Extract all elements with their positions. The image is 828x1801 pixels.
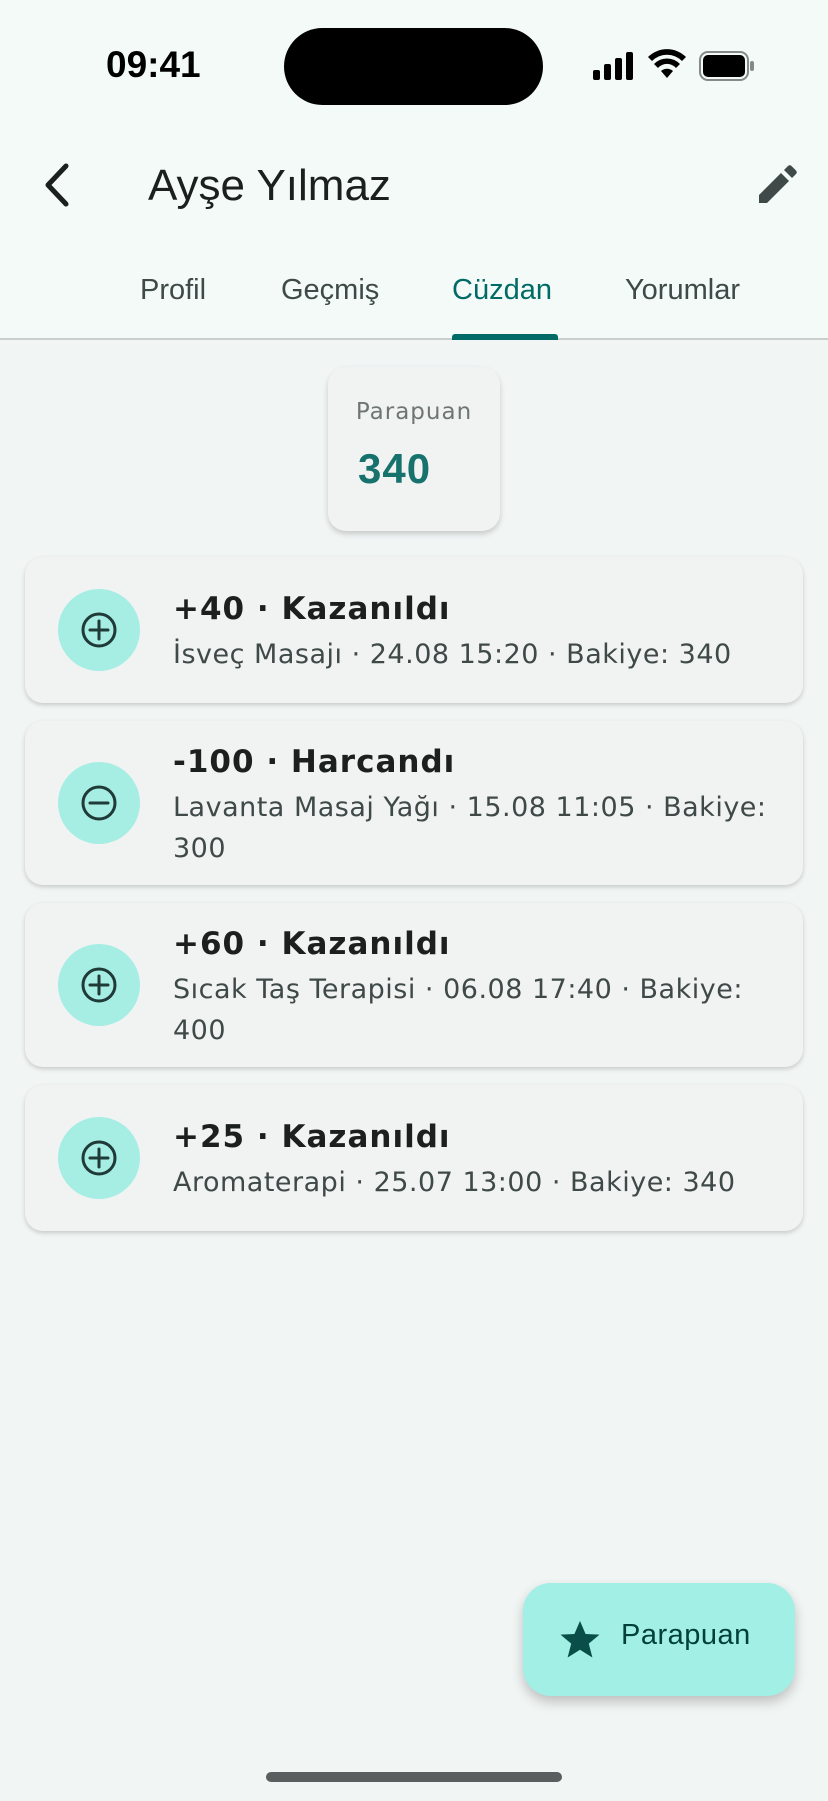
transaction-subtitle: Lavanta Masaj Yağı · 15.08 11:05 · Bakiy… <box>173 792 767 864</box>
star-icon <box>560 1621 600 1658</box>
transaction-title: -100 · Harcandı <box>173 744 456 780</box>
battery-icon <box>699 51 754 81</box>
balance-label: Parapuan <box>355 399 473 425</box>
balance-card: Parapuan 340 <box>328 367 500 531</box>
transaction-title: +60 · Kazanıldı <box>173 926 451 962</box>
transaction-item[interactable]: +40 · Kazanıldı İsveç Masajı · 24.08 15:… <box>25 557 803 703</box>
wifi-icon <box>648 49 686 78</box>
tab-profil[interactable]: Profil <box>140 270 206 310</box>
transaction-subtitle: Aromaterapi · 25.07 13:00 · Bakiye: 340 <box>173 1167 736 1198</box>
tab-cuzdan[interactable]: Cüzdan <box>452 270 552 310</box>
status-time: 09:41 <box>106 44 201 85</box>
dynamic-island <box>284 28 543 105</box>
fab-label: Parapuan <box>621 1619 751 1651</box>
transaction-title: +40 · Kazanıldı <box>173 591 451 627</box>
transaction-title: +25 · Kazanıldı <box>173 1119 451 1155</box>
home-indicator[interactable] <box>266 1772 562 1782</box>
top-app-area: 09:41 Ayşe Yılmaz Profil Geçmiş Cüzdan Y… <box>0 0 828 340</box>
plus-circle-icon <box>58 589 140 671</box>
parapuan-fab-button[interactable]: Parapuan <box>523 1583 795 1696</box>
plus-circle-icon <box>58 944 140 1026</box>
plus-circle-icon <box>58 1117 140 1199</box>
tab-yorumlar[interactable]: Yorumlar <box>625 270 740 310</box>
page-title: Ayşe Yılmaz <box>148 161 391 210</box>
transaction-item[interactable]: +60 · Kazanıldı Sıcak Taş Terapisi · 06.… <box>25 903 803 1067</box>
tab-gecmis[interactable]: Geçmiş <box>281 270 379 310</box>
transaction-subtitle: İsveç Masajı · 24.08 15:20 · Bakiye: 340 <box>173 639 732 670</box>
active-tab-indicator <box>452 334 558 340</box>
edit-pencil-icon[interactable] <box>752 160 802 210</box>
signal-icon <box>593 52 635 80</box>
minus-circle-icon <box>58 762 140 844</box>
balance-value: 340 <box>358 445 432 492</box>
back-arrow-icon[interactable] <box>36 158 80 212</box>
transaction-item[interactable]: +25 · Kazanıldı Aromaterapi · 25.07 13:0… <box>25 1085 803 1231</box>
transaction-item[interactable]: -100 · Harcandı Lavanta Masaj Yağı · 15.… <box>25 721 803 885</box>
transaction-subtitle: Sıcak Taş Terapisi · 06.08 17:40 · Bakiy… <box>173 974 743 1046</box>
